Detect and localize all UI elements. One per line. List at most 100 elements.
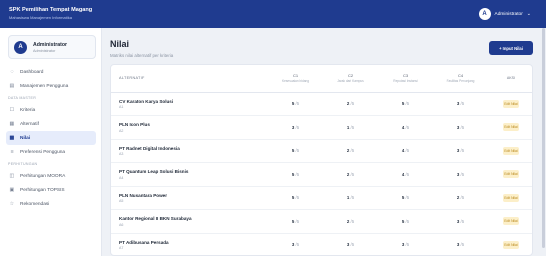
score-c2: 2 /5 (323, 209, 378, 234)
edit-nilai-button[interactable]: Edit Nilai (503, 170, 519, 179)
score-c2: 2 /5 (323, 139, 378, 163)
alternative-code: A5 (119, 199, 124, 203)
score-value: 1 (346, 124, 350, 130)
criteria-code: C3 (402, 73, 409, 79)
score-value: 2 (346, 148, 350, 154)
score-value: 5 (291, 148, 295, 154)
alternative-cell: PLN Nusantara Power A5 (111, 186, 268, 210)
sidebar-item-label: Perhitungan MOORA (20, 173, 66, 179)
score-scale: /5 (405, 218, 410, 224)
main-content: Nilai Matriks nilai alternatif per krite… (102, 28, 546, 256)
alternative-name: PT Adibusana Persada (119, 239, 169, 245)
score-scale: /5 (295, 218, 300, 224)
edit-nilai-button[interactable]: Edit Nilai (503, 240, 519, 249)
table-row: PLN Icon Plus A2 3 /5 1 /5 4 /5 3 /5 Edit… (111, 115, 532, 140)
table-row: CV Karaton Karya Solusi A1 5 /5 2 /5 5 /5… (111, 92, 532, 116)
column-header-c4: C4 Fasilitas Penunjang (433, 65, 488, 93)
user-menu-button[interactable]: A Administrator ⌄ (478, 7, 531, 21)
profile-role: Administrator (33, 48, 56, 53)
score-c1: 5 /5 (268, 92, 323, 116)
alternative-name: PLN Nusantara Power (119, 192, 167, 198)
input-nilai-button[interactable]: + Input Nilai (489, 41, 533, 55)
sidebar-item-moora[interactable]: ◫ Perhitungan MOORA (6, 169, 96, 183)
edit-nilai-button[interactable]: Edit Nilai (503, 146, 519, 155)
score-scale: /5 (350, 124, 355, 130)
score-c1: 3 /5 (268, 233, 323, 255)
sidebar-item-preferensi[interactable]: ≡ Preferensi Pengguna (6, 145, 96, 159)
score-scale: /5 (350, 195, 355, 201)
edit-nilai-button[interactable]: Edit Nilai (503, 99, 519, 108)
app-subtitle: Mahasiswa Manajemen Informatika (9, 15, 72, 20)
alternative-name: PT Radnet Digital Indonesia (119, 145, 180, 151)
score-scale: /5 (460, 171, 465, 177)
sidebar-item-rekomendasi[interactable]: ☆ Rekomendasi (6, 197, 96, 211)
criteria-code: C1 (292, 73, 299, 79)
action-cell: Edit Nilai (488, 139, 532, 163)
sidebar-item-alternatif[interactable]: ▦ Alternatif (6, 117, 96, 131)
sidebar-item-label: Preferensi Pengguna (20, 149, 66, 155)
score-value: 4 (401, 124, 405, 130)
dashboard-icon: ◌ (10, 69, 14, 75)
score-c3: 5 /5 (378, 92, 433, 116)
edit-nilai-button[interactable]: Edit Nilai (503, 123, 519, 132)
score-scale: /5 (405, 124, 410, 130)
column-header-c3: C3 Reputasi Instansi (378, 65, 433, 93)
sidebar-section-master: DATA MASTER (8, 96, 37, 100)
score-c3: 4 /5 (378, 162, 433, 187)
edit-nilai-button[interactable]: Edit Nilai (503, 193, 519, 202)
sidebar-nav: ◌ Dashboard ▤ Manajemen Pengguna DATA MA… (0, 65, 102, 211)
criteria-name: Jarak dari Kampus (337, 79, 364, 84)
alternative-cell: PT Radnet Digital Indonesia A3 (111, 139, 268, 163)
score-scale: /5 (350, 101, 355, 107)
alternative-name: PT Quantum Leap Solusi Bisnis (119, 169, 189, 174)
sidebar-item-kriteria[interactable]: ☐ Kriteria (6, 103, 96, 117)
score-scale: /5 (350, 171, 355, 177)
score-c1: 5 /5 (268, 139, 323, 163)
score-value: 5 (291, 101, 295, 107)
chart-icon: ▣ (9, 187, 15, 193)
page-scrollbar[interactable] (542, 28, 545, 248)
column-header-aksi: AKSI (488, 65, 532, 93)
sidebar-item-label: Kriteria (20, 107, 36, 113)
users-icon: ▤ (9, 83, 15, 89)
page-subtitle: Matriks nilai alternatif per kriteria (110, 53, 174, 58)
score-value: 3 (456, 101, 460, 107)
score-c2: 1 /5 (323, 115, 378, 140)
alternative-code: A7 (119, 246, 124, 250)
score-c4: 3 /5 (433, 233, 488, 255)
column-header-c1: C1 Kesesuaian bidang (268, 65, 323, 93)
score-c2: 1 /5 (323, 186, 378, 210)
sidebar-item-topsis[interactable]: ▣ Perhitungan TOPSIS (6, 183, 96, 197)
column-header-alternatif: ALTERNATIF (111, 65, 268, 93)
score-c4: 3 /5 (433, 115, 488, 140)
sidebar-item-users[interactable]: ▤ Manajemen Pengguna (6, 79, 96, 93)
score-c2: 3 /5 (323, 233, 378, 255)
edit-nilai-button[interactable]: Edit Nilai (503, 217, 519, 226)
sidebar-item-nilai[interactable]: ▩ Nilai (6, 131, 96, 145)
alternative-code: A4 (119, 175, 124, 180)
table-row: PLN Nusantara Power A5 5 /5 1 /5 5 /5 2 /… (111, 186, 532, 210)
profile-avatar: A (14, 40, 27, 54)
sidebar-item-dashboard[interactable]: ◌ Dashboard (6, 65, 96, 79)
top-navbar: SPK Pemilihan Tempat Magang Mahasiswa Ma… (0, 0, 546, 28)
score-value: 2 (456, 195, 460, 201)
sidebar-item-label: Rekomendasi (20, 201, 50, 207)
sidebar-item-label: Dashboard (20, 69, 44, 75)
grid-icon: ▩ (9, 135, 15, 141)
score-c1: 3 /5 (268, 115, 323, 140)
score-value: 5 (291, 171, 295, 177)
table-row: PT Adibusana Persada A7 3 /5 3 /5 3 /5 3 … (111, 233, 532, 255)
score-c3: 4 /5 (378, 139, 433, 163)
criteria-code: C4 (457, 73, 464, 79)
table-row: PT Radnet Digital Indonesia A3 5 /5 2 /5 … (111, 139, 532, 163)
alternative-cell: PT Adibusana Persada A7 (111, 233, 268, 255)
score-scale: /5 (405, 171, 410, 177)
score-value: 4 (401, 171, 405, 177)
score-scale: /5 (405, 148, 410, 154)
alternative-cell: CV Karaton Karya Solusi A1 (111, 92, 268, 116)
building-icon: ▦ (9, 121, 15, 127)
alternative-cell: PT Quantum Leap Solusi Bisnis A4 (111, 162, 268, 187)
score-value: 5 (401, 101, 405, 107)
alternative-code: A2 (119, 128, 124, 133)
score-c4: 3 /5 (433, 209, 488, 234)
